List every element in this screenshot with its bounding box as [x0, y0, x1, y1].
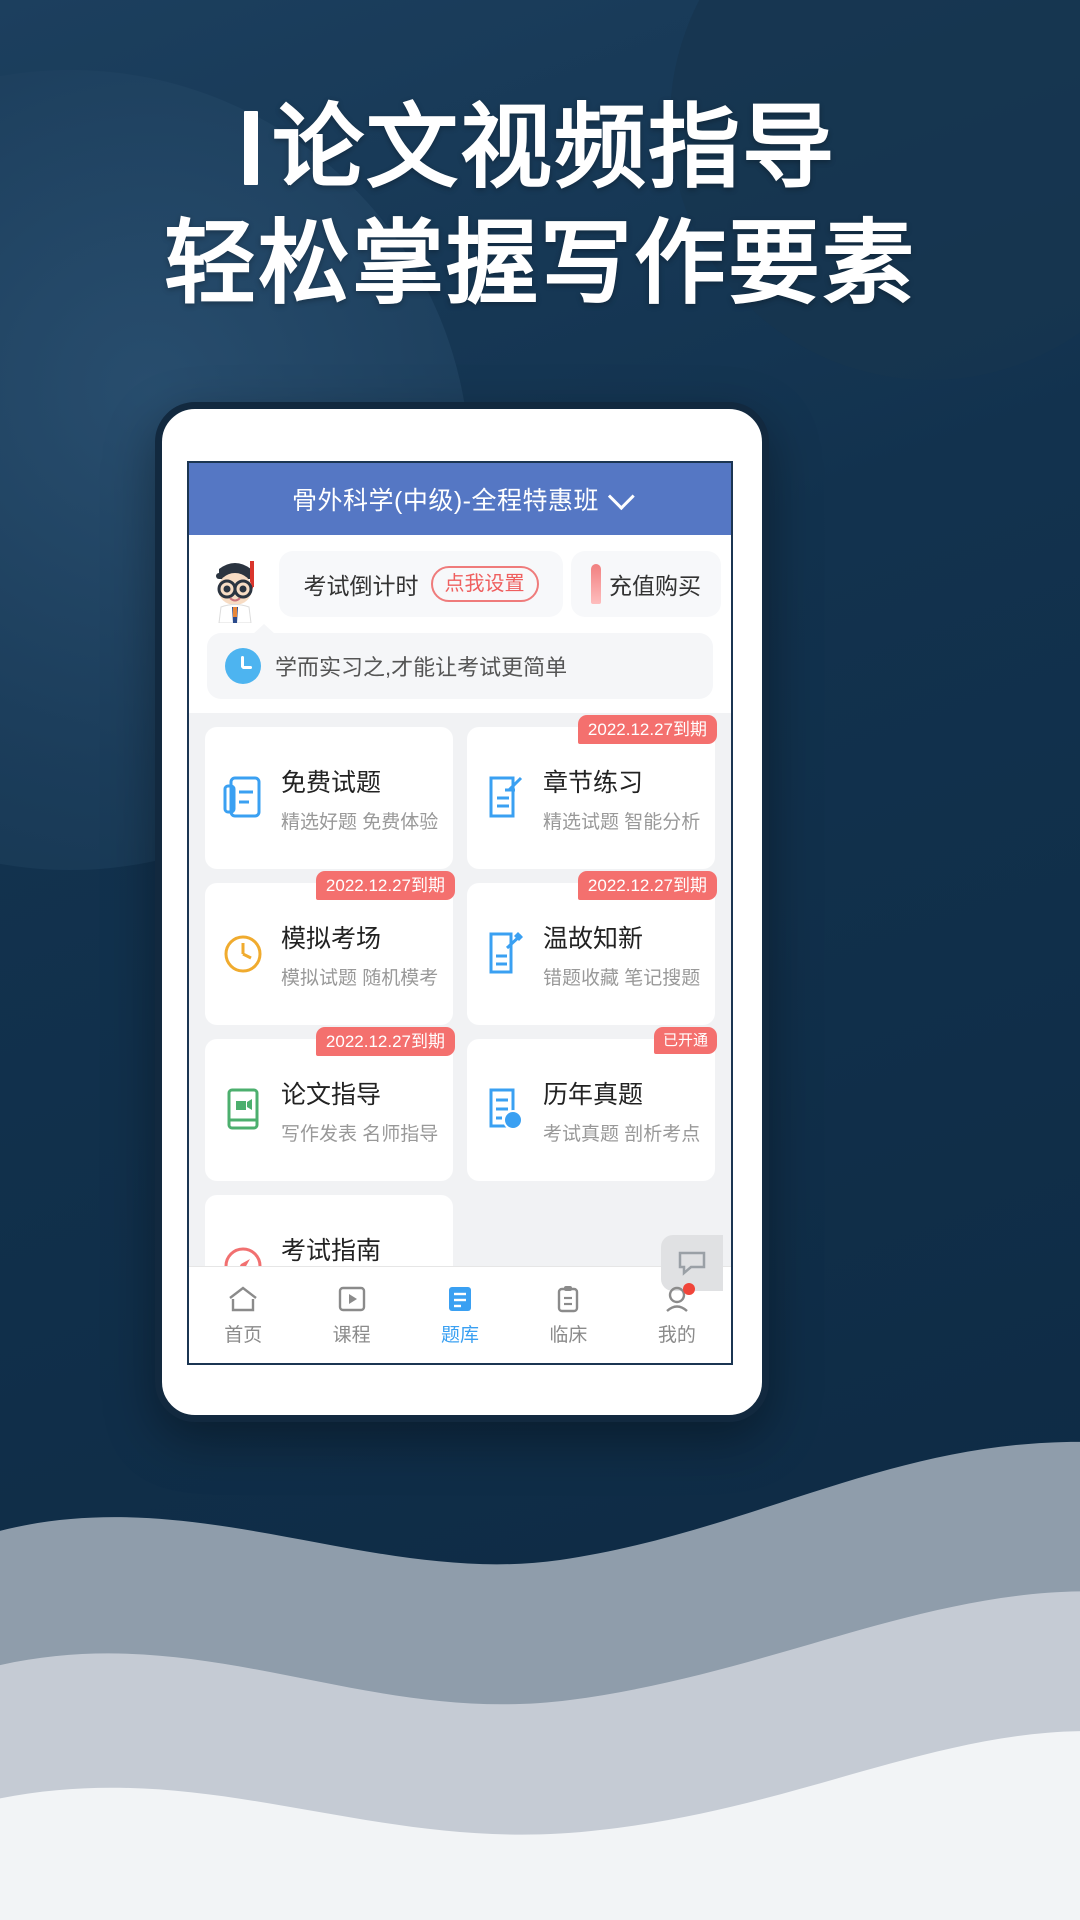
tab-question-bank[interactable]: 题库: [406, 1267, 514, 1363]
card-title: 免费试题: [281, 768, 382, 797]
clipboard-clinic-icon: [558, 1285, 579, 1312]
expiry-badge: 2022.12.27到期: [577, 871, 717, 900]
expiry-badge: 2022.12.27到期: [315, 1027, 455, 1056]
card-subtitle: 考试真题 剖析考点: [543, 1123, 701, 1145]
card-subtitle: 精选好题 免费体验: [281, 811, 439, 833]
tab-label: 课程: [332, 1324, 371, 1346]
recharge-buy-button[interactable]: 充值购买: [571, 551, 721, 617]
course-title: 骨外科学(中级)-全程特惠班: [292, 487, 599, 515]
countdown-row: 考试倒计时 点我设置 充值购买: [189, 535, 731, 629]
notification-dot: [683, 1283, 696, 1295]
headline-line-1-text: 论文视频指导: [271, 94, 836, 201]
feedback-float-button[interactable]: [661, 1235, 723, 1291]
compass-guide-icon: [219, 1240, 267, 1266]
exam-countdown-label: 考试倒计时: [303, 573, 419, 599]
feature-grid-area: 免费试题 精选好题 免费体验 2022.12.27到期 章节练习 精选试题 智能…: [189, 713, 731, 1291]
question-bank-icon: [449, 1286, 472, 1311]
chevron-down-icon[interactable]: [607, 482, 635, 510]
card-title: 论文指导: [281, 1080, 382, 1109]
bottom-tabbar: 首页 课程 题库 临床 我的: [189, 1266, 731, 1363]
card-paper-guidance[interactable]: 2022.12.27到期 论文指导 写作发表 名师指导: [205, 1027, 455, 1181]
card-subtitle: 精选试题 智能分析: [543, 811, 701, 833]
app-titlebar[interactable]: 骨外科学(中级)-全程特惠班: [189, 463, 731, 535]
free-questions-icon: [219, 772, 267, 824]
card-title: 章节练习: [543, 768, 644, 797]
paper-video-icon: [219, 1084, 267, 1136]
card-subtitle: 错题收藏 笔记搜题: [543, 967, 701, 989]
status-badge: 已开通: [653, 1027, 717, 1054]
tab-label: 题库: [441, 1324, 480, 1346]
tab-label: 我的: [657, 1324, 696, 1346]
tab-label: 首页: [224, 1324, 263, 1346]
card-review-notes[interactable]: 2022.12.27到期 温故知新 错题收藏 笔记搜题: [467, 871, 717, 1025]
promo-headline: 论文视频指导 轻松掌握写作要素: [0, 96, 1080, 318]
tab-profile[interactable]: 我的: [623, 1267, 731, 1363]
tab-home[interactable]: 首页: [189, 1267, 297, 1363]
chapter-practice-icon: [481, 772, 529, 824]
card-subtitle: 模拟试题 随机模考: [281, 967, 439, 989]
card-title: 历年真题: [543, 1080, 644, 1109]
exam-countdown-button[interactable]: 考试倒计时 点我设置: [279, 551, 563, 617]
tab-clinical[interactable]: 临床: [514, 1267, 622, 1363]
rocket-icon: [591, 564, 601, 604]
set-countdown-pill[interactable]: 点我设置: [430, 566, 539, 602]
phone-frame: 骨外科学(中级)-全程特惠班 考试倒计时 点我设置 充值购买 学而实习之,才能让…: [155, 402, 769, 1422]
headline-bar-icon: [243, 111, 258, 185]
tab-courses[interactable]: 课程: [297, 1267, 405, 1363]
headline-line-2: 轻松掌握写作要素: [163, 210, 916, 317]
review-notes-icon: [481, 928, 529, 980]
card-chapter-practice[interactable]: 2022.12.27到期 章节练习 精选试题 智能分析: [467, 715, 717, 869]
clock-icon: [225, 648, 261, 684]
feature-grid: 免费试题 精选好题 免费体验 2022.12.27到期 章节练习 精选试题 智能…: [205, 715, 717, 1266]
play-course-icon: [338, 1286, 365, 1311]
app-screen: 骨外科学(中级)-全程特惠班 考试倒计时 点我设置 充值购买 学而实习之,才能让…: [187, 461, 733, 1365]
home-icon: [229, 1285, 257, 1311]
study-tip-text: 学而实习之,才能让考试更简单: [275, 655, 568, 680]
expiry-badge: 2022.12.27到期: [315, 871, 455, 900]
card-exam-guide[interactable]: 考试指南 考试大纲 应试技巧: [205, 1195, 453, 1266]
mock-exam-clock-icon: [219, 928, 267, 980]
tip-wrapper: 学而实习之,才能让考试更简单: [189, 624, 731, 713]
card-title: 模拟考场: [281, 924, 382, 953]
headline-line-1: 论文视频指导: [0, 96, 1080, 200]
student-avatar: [199, 545, 271, 624]
card-free-questions[interactable]: 免费试题 精选好题 免费体验: [205, 727, 453, 869]
recharge-buy-label: 充值购买: [609, 573, 701, 599]
card-mock-exam[interactable]: 2022.12.27到期 模拟考场 模拟试题 随机模考: [205, 871, 455, 1025]
expiry-badge: 2022.12.27到期: [577, 715, 717, 744]
card-title: 温故知新: [543, 924, 644, 953]
card-subtitle: 写作发表 名师指导: [281, 1123, 439, 1145]
tab-label: 临床: [549, 1324, 588, 1346]
study-tip-banner[interactable]: 学而实习之,才能让考试更简单: [207, 624, 713, 699]
past-papers-icon: [481, 1084, 529, 1136]
feedback-icon: [678, 1251, 706, 1276]
card-past-papers[interactable]: 已开通 历年真题 考试真题 剖析考点: [467, 1027, 717, 1181]
card-title: 考试指南: [281, 1236, 382, 1265]
